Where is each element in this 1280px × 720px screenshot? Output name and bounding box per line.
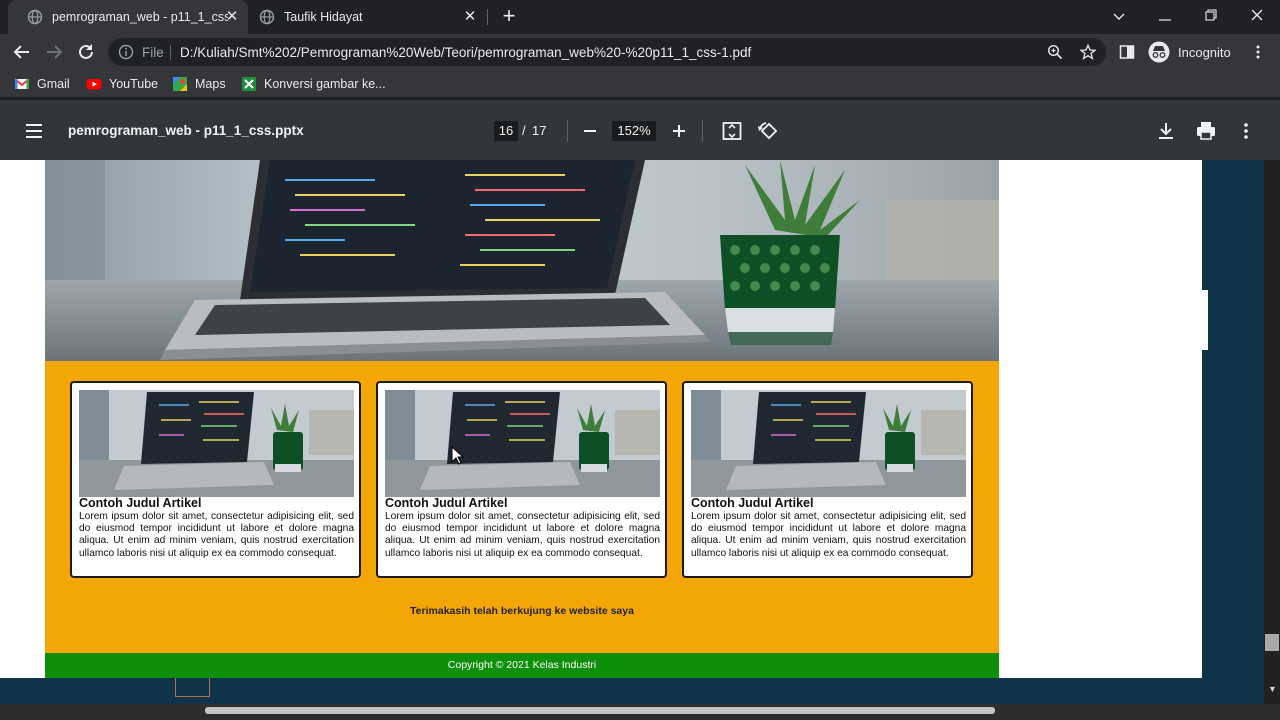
bookmark-label: Konversi gambar ke...	[264, 77, 386, 91]
incognito-icon	[1148, 41, 1170, 63]
vertical-scrollbar[interactable]	[1264, 160, 1280, 704]
fit-page-icon[interactable]	[720, 119, 744, 143]
tab-title: Taufik Hidayat	[284, 10, 363, 24]
hero-image	[45, 160, 999, 361]
toolbar-divider	[567, 120, 568, 142]
scroll-down-arrow-icon[interactable]: ▼	[1268, 684, 1277, 694]
article-card: Contoh Judul Artikel Lorem ipsum dolor s…	[70, 381, 361, 578]
article-image	[691, 390, 966, 497]
bookmark-konversi[interactable]: Konversi gambar ke...	[241, 75, 386, 93]
article-title: Contoh Judul Artikel	[385, 496, 508, 510]
close-window-icon[interactable]	[1245, 5, 1269, 27]
address-bar[interactable]: File D:/Kuliah/Smt%202/Pemrograman%20Web…	[108, 38, 1106, 66]
page-thumbnail-outline	[175, 678, 210, 697]
back-arrow-icon[interactable]	[10, 40, 34, 64]
article-card: Contoh Judul Artikel Lorem ipsum dolor s…	[376, 381, 667, 578]
new-tab-button[interactable]: +	[499, 5, 519, 27]
globe-icon	[27, 9, 43, 25]
page-footer: Copyright © 2021 Kelas Industri	[45, 653, 999, 678]
article-body: Lorem ipsum dolor sit amet, consectetur …	[691, 511, 966, 559]
bookmark-label: Maps	[195, 77, 226, 91]
current-page-input[interactable]: 16	[494, 121, 518, 141]
browser-toolbar: File D:/Kuliah/Smt%202/Pemrograman%20Web…	[0, 34, 1280, 70]
incognito-label: Incognito	[1178, 44, 1231, 60]
page-separator: /	[522, 123, 526, 138]
gmail-icon	[14, 78, 30, 89]
tab-strip: pemrograman_web - p11_1_css.p ✕ Taufik H…	[0, 0, 1280, 34]
article-body: Lorem ipsum dolor sit amet, consectetur …	[385, 511, 660, 559]
more-options-icon[interactable]	[1234, 119, 1258, 143]
tab-pdf[interactable]: pemrograman_web - p11_1_css.p ✕	[8, 0, 248, 34]
article-title: Contoh Judul Artikel	[691, 496, 814, 510]
article-body: Lorem ipsum dolor sit amet, consectetur …	[79, 511, 354, 559]
article-image	[385, 390, 660, 497]
download-icon[interactable]	[1154, 119, 1178, 143]
bookmark-label: Gmail	[37, 77, 70, 91]
file-scheme-label: File	[142, 45, 164, 60]
forward-arrow-icon[interactable]	[42, 40, 66, 64]
menu-hamburger-icon[interactable]	[22, 119, 46, 143]
sheets-icon	[242, 77, 256, 91]
zoom-out-icon[interactable]	[578, 119, 602, 143]
zoom-in-icon[interactable]	[667, 119, 691, 143]
youtube-icon	[86, 79, 102, 90]
zoom-icon[interactable]	[1047, 44, 1063, 60]
tab-title: pemrograman_web - p11_1_css.p	[52, 10, 228, 24]
globe-icon	[259, 9, 275, 25]
article-title: Contoh Judul Artikel	[79, 496, 202, 510]
pdf-viewer[interactable]: Contoh Judul Artikel Lorem ipsum dolor s…	[0, 160, 1280, 704]
browser-menu-icon[interactable]	[1250, 44, 1266, 60]
zoom-level-input[interactable]: 152%	[612, 121, 656, 141]
tab-search-chevron-icon[interactable]	[1107, 5, 1131, 27]
horizontal-scrollbar-thumb[interactable]	[205, 707, 995, 714]
side-panel-icon[interactable]	[1119, 44, 1135, 60]
address-divider	[170, 45, 171, 60]
vertical-scrollbar-thumb[interactable]	[1265, 634, 1279, 651]
tab-profile[interactable]: Taufik Hidayat ✕	[240, 0, 488, 34]
close-tab-icon[interactable]: ✕	[462, 9, 478, 25]
print-icon[interactable]	[1194, 119, 1218, 143]
site-info-icon[interactable]	[118, 44, 134, 60]
bookmark-gmail[interactable]: Gmail	[14, 75, 70, 93]
total-pages: 17	[532, 123, 547, 138]
bookmarks-bar: Gmail YouTube Maps Konversi gambar ke...	[0, 70, 1280, 98]
restore-icon[interactable]	[1199, 5, 1223, 27]
close-tab-icon[interactable]: ✕	[224, 9, 240, 25]
rotate-icon[interactable]	[756, 119, 780, 143]
content-section: Contoh Judul Artikel Lorem ipsum dolor s…	[45, 361, 999, 653]
reload-icon[interactable]	[74, 40, 98, 64]
bookmark-label: YouTube	[109, 77, 159, 91]
article-image	[79, 390, 354, 497]
tab-divider	[487, 9, 488, 25]
thanks-message: Terimakasih telah berkujung ke website s…	[410, 605, 634, 617]
pdf-toolbar: pemrograman_web - p11_1_css.pptx 16 / 17…	[0, 100, 1280, 160]
minimize-icon[interactable]	[1153, 5, 1177, 27]
mouse-pointer-icon	[451, 446, 465, 465]
document-title: pemrograman_web - p11_1_css.pptx	[68, 123, 304, 138]
bookmark-youtube[interactable]: YouTube	[86, 75, 158, 93]
maps-icon	[173, 77, 187, 91]
incognito-indicator[interactable]: Incognito	[1148, 39, 1231, 65]
bookmark-maps[interactable]: Maps	[172, 75, 226, 93]
toolbar-divider	[702, 120, 703, 142]
bookmark-star-icon[interactable]	[1080, 44, 1096, 60]
page-edge	[1202, 290, 1208, 350]
article-card: Contoh Judul Artikel Lorem ipsum dolor s…	[682, 381, 973, 578]
url-text[interactable]: D:/Kuliah/Smt%202/Pemrograman%20Web/Teor…	[180, 45, 751, 60]
